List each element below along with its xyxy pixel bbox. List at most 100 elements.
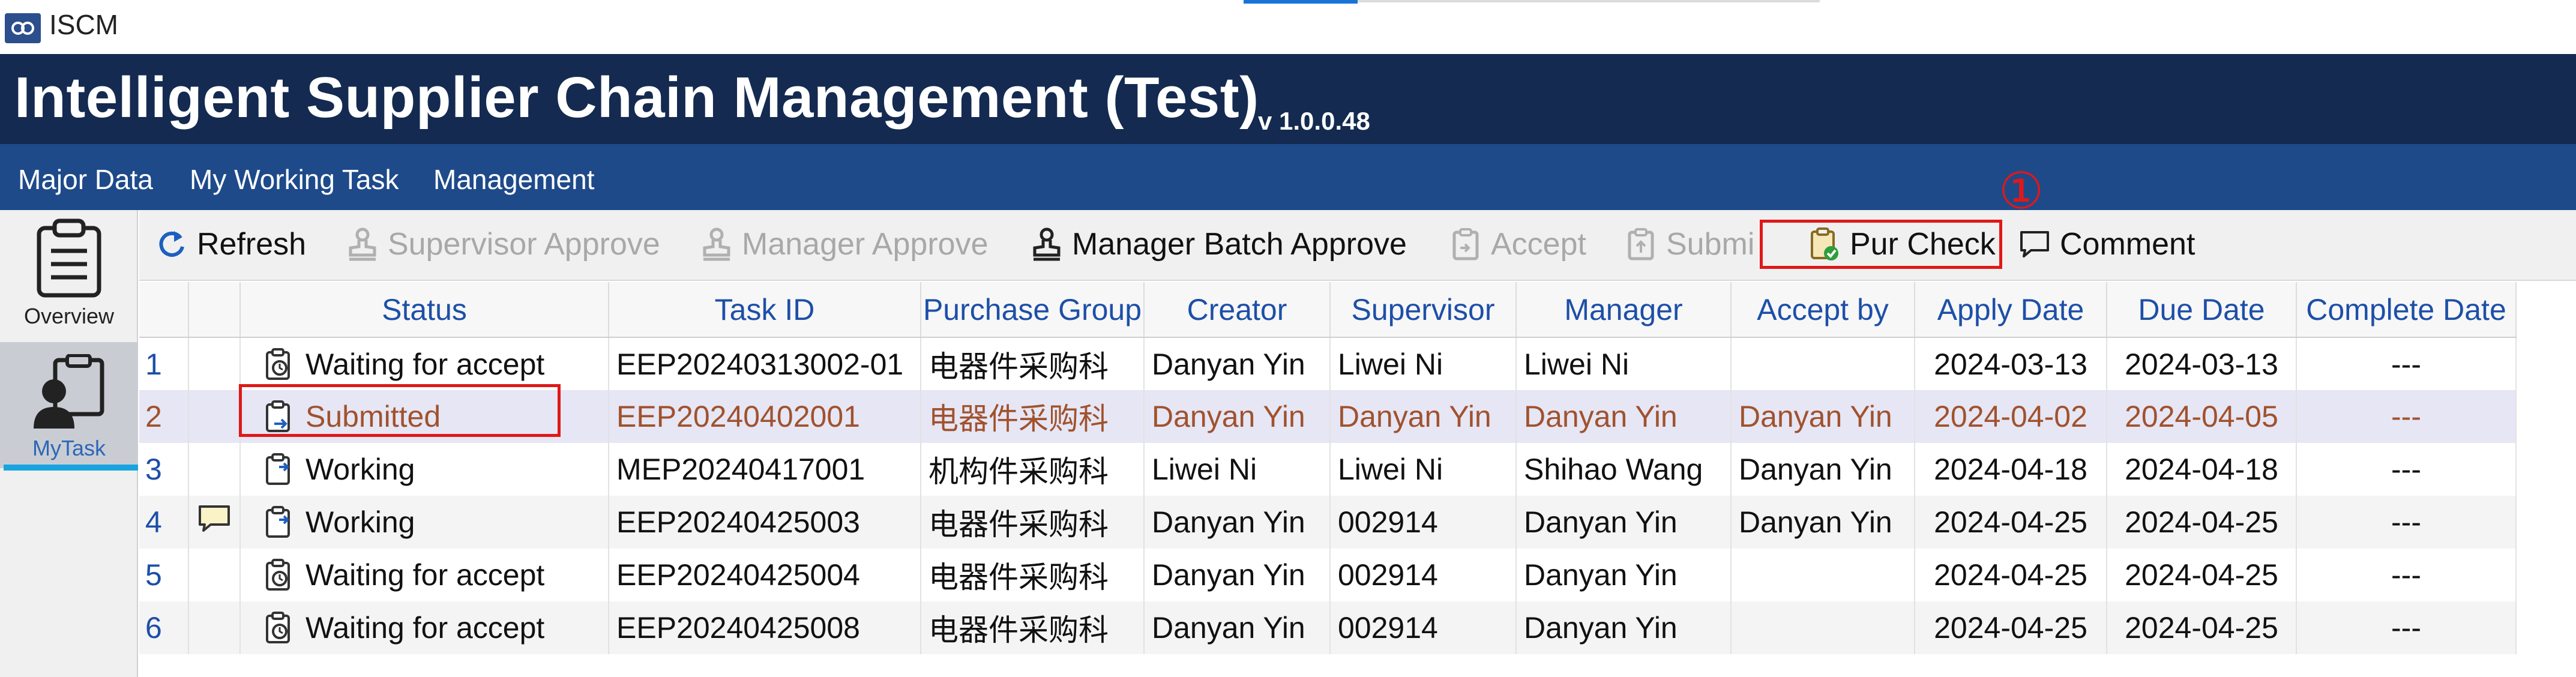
purchase-group-cell: 电器件采购科	[921, 496, 1145, 549]
column-header-creator[interactable]: Creator	[1144, 282, 1331, 338]
due-date-cell: 2024-04-25	[2107, 601, 2297, 654]
task-id-cell: EEP20240402001	[609, 390, 921, 443]
supervisor-cell: Danyan Yin	[1330, 390, 1517, 443]
status-text: Waiting for accept	[305, 558, 545, 592]
task-id-cell: EEP20240425008	[609, 601, 921, 654]
complete-date-cell: ---	[2296, 337, 2517, 390]
apply-date-cell: 2024-04-18	[1915, 443, 2107, 496]
comment-button[interactable]: Comment	[2018, 223, 2195, 265]
accept-by-cell	[1731, 549, 1915, 601]
purchase-group-cell: 机构件采购科	[921, 443, 1145, 496]
submit-button[interactable]: Submi	[1624, 223, 1754, 265]
apply-date-cell: 2024-04-25	[1915, 601, 2107, 654]
menu-item-management[interactable]: Management	[433, 163, 595, 196]
supervisor-cell: 002914	[1330, 549, 1517, 601]
apply-date-cell: 2024-04-25	[1915, 549, 2107, 601]
table-row[interactable]: 4 Working EEP20240425003 电器件采购科 Danyan Yin 00…	[139, 496, 2517, 549]
refresh-label: Refresh	[197, 227, 307, 262]
status-text: Waiting for accept	[305, 347, 545, 381]
column-header-rownum	[139, 282, 189, 338]
clipboard-submit-icon	[1624, 227, 1658, 261]
sidebar-item-overview[interactable]: Overview	[0, 216, 138, 342]
step-marker: ①	[1999, 163, 2044, 219]
complete-date-cell: ---	[2296, 549, 2517, 601]
app-logo-icon	[5, 13, 41, 43]
comment-icon[interactable]	[196, 503, 232, 534]
column-header-purchase-group[interactable]: Purchase Group	[921, 282, 1145, 338]
stamp-icon	[700, 227, 733, 261]
table-header-row: Status Task ID Purchase Group Creator Su…	[139, 282, 2517, 338]
task-id-cell: MEP20240417001	[609, 443, 921, 496]
refresh-icon	[155, 227, 188, 261]
creator-cell: Danyan Yin	[1144, 496, 1331, 549]
row-number-cell: 4	[139, 496, 189, 549]
column-header-supervisor[interactable]: Supervisor	[1330, 282, 1517, 338]
task-id-cell: EEP20240425004	[609, 549, 921, 601]
column-header-apply-date[interactable]: Apply Date	[1915, 282, 2107, 338]
accept-button[interactable]: Accept	[1449, 223, 1586, 265]
apply-date-cell: 2024-04-25	[1915, 496, 2107, 549]
active-tab-indicator	[1244, 0, 1358, 4]
window-titlebar: ISCM	[0, 0, 2576, 54]
column-header-complete-date[interactable]: Complete Date	[2296, 282, 2517, 338]
task-id-cell: EEP20240425003	[609, 496, 921, 549]
supervisor-cell: Liwei Ni	[1330, 443, 1517, 496]
accept-by-cell: Danyan Yin	[1731, 390, 1915, 443]
submit-label: Submi	[1666, 227, 1755, 262]
manager-cell: Liwei Ni	[1516, 337, 1732, 390]
status-cell: Working	[240, 496, 609, 549]
purchase-group-cell: 电器件采购科	[921, 549, 1145, 601]
accept-by-cell: Danyan Yin	[1731, 443, 1915, 496]
column-header-accept-by[interactable]: Accept by	[1731, 282, 1915, 338]
status-cell: Waiting for accept	[240, 549, 609, 601]
row-number-cell: 1	[139, 337, 189, 390]
creator-cell: Danyan Yin	[1144, 549, 1331, 601]
sidebar-item-label: MyTask	[32, 436, 106, 460]
clipboard-list-icon	[37, 218, 101, 298]
column-header-status[interactable]: Status	[240, 282, 609, 338]
table-row[interactable]: 5 Waiting for accept EEP20240425004 电器件采购科 D…	[139, 549, 2517, 601]
supervisor-cell: 002914	[1330, 496, 1517, 549]
column-header-task-id[interactable]: Task ID	[609, 282, 921, 338]
comment-indicator-cell[interactable]	[188, 496, 241, 549]
complete-date-cell: ---	[2296, 443, 2517, 496]
accept-label: Accept	[1491, 227, 1586, 262]
stamp-icon	[346, 227, 379, 261]
column-header-manager[interactable]: Manager	[1516, 282, 1732, 338]
manager-cell: Danyan Yin	[1516, 601, 1732, 654]
submitted-status-highlight-box	[239, 384, 561, 437]
supervisor-cell: Liwei Ni	[1330, 337, 1517, 390]
menu-item-major-data[interactable]: Major Data	[18, 163, 153, 196]
status-text: Waiting for accept	[305, 611, 545, 645]
accept-by-cell: Danyan Yin	[1731, 496, 1915, 549]
manager-approve-label: Manager Approve	[742, 227, 989, 262]
refresh-button[interactable]: Refresh	[155, 223, 306, 265]
sidebar-item-mytask[interactable]: MyTask	[0, 342, 138, 468]
due-date-cell: 2024-04-25	[2107, 496, 2297, 549]
tab-strip-divider	[1358, 0, 1820, 2]
working-clipboard-icon	[265, 505, 295, 539]
status-cell: Waiting for accept	[240, 601, 609, 654]
accept-by-cell	[1731, 601, 1915, 654]
manager-approve-button[interactable]: Manager Approve	[700, 223, 989, 265]
sidebar-item-label: Overview	[23, 304, 115, 328]
complete-date-cell: ---	[2296, 390, 2517, 443]
complete-date-cell: ---	[2296, 496, 2517, 549]
table-row[interactable]: 6 Waiting for accept EEP20240425008 电器件采购科 D…	[139, 601, 2517, 654]
table-row[interactable]: 1 Waiting for accept EEP20240313002-01 电器件采…	[139, 337, 2517, 390]
creator-cell: Danyan Yin	[1144, 390, 1331, 443]
menu-item-my-working-task[interactable]: My Working Task	[190, 163, 399, 196]
row-number-cell: 5	[139, 549, 189, 601]
task-table: Status Task ID Purchase Group Creator Su…	[139, 282, 2517, 654]
supervisor-cell: 002914	[1330, 601, 1517, 654]
table-row[interactable]: 3 Working MEP20240417001 机构件采购科 Liwei Ni Liwe…	[139, 443, 2517, 496]
manager-batch-approve-button[interactable]: Manager Batch Approve	[1030, 223, 1407, 265]
manager-cell: Shihao Wang	[1516, 443, 1732, 496]
creator-cell: Danyan Yin	[1144, 601, 1331, 654]
pur-check-highlight-box	[1760, 220, 2002, 269]
column-header-due-date[interactable]: Due Date	[2107, 282, 2297, 338]
supervisor-approve-button[interactable]: Supervisor Approve	[346, 223, 660, 265]
comment-indicator-cell	[188, 549, 241, 601]
selected-tab-underline	[4, 465, 138, 471]
manager-batch-approve-label: Manager Batch Approve	[1072, 227, 1407, 262]
